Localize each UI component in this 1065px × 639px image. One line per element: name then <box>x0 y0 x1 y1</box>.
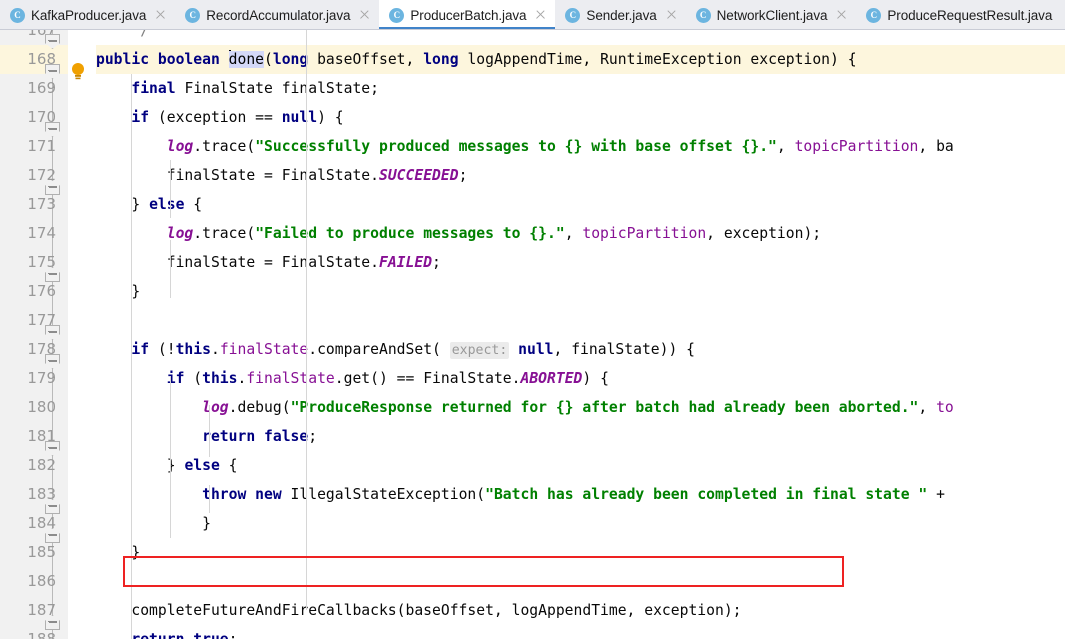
code-line-185[interactable]: 185 } <box>0 538 1065 567</box>
line-text[interactable]: return true; <box>96 625 1065 639</box>
indent-guide <box>209 405 210 457</box>
close-icon[interactable] <box>358 8 372 22</box>
java-class-icon <box>695 7 711 23</box>
close-icon[interactable] <box>534 8 548 22</box>
indent-guide <box>306 30 307 610</box>
java-class-icon <box>565 7 581 23</box>
line-text[interactable]: return false; <box>96 422 1065 451</box>
line-text[interactable]: finalState = FinalState.FAILED; <box>96 248 1065 277</box>
line-text[interactable]: } <box>96 509 1065 538</box>
line-number: 180 <box>27 398 56 416</box>
java-class-icon <box>10 7 25 23</box>
line-text[interactable]: log.trace("Successfully produced message… <box>96 132 1065 161</box>
tab-Sender-java[interactable]: Sender.java <box>555 0 686 29</box>
line-text[interactable] <box>96 567 1065 596</box>
tab-ProduceRequestResult-java[interactable]: ProduceRequestResult.java <box>856 0 1060 29</box>
line-text[interactable]: finalState = FinalState.SUCCEEDED; <box>96 161 1065 190</box>
java-class-icon <box>389 7 405 23</box>
editor-tab-bar: KafkaProducer.java RecordAccumulator.jav… <box>0 0 1065 30</box>
line-number: 169 <box>27 79 56 97</box>
code-line-176[interactable]: 176 } <box>0 277 1065 306</box>
code-line-181[interactable]: 181 return false; <box>0 422 1065 451</box>
code-line-172[interactable]: 172 finalState = FinalState.SUCCEEDED; <box>0 161 1065 190</box>
code-line-170[interactable]: 170 if (exception == null) { <box>0 103 1065 132</box>
line-number: 171 <box>27 137 56 155</box>
code-line-180[interactable]: 180 log.debug("ProduceResponse returned … <box>0 393 1065 422</box>
code-line-188[interactable]: 188 return true; <box>0 625 1065 639</box>
code-line-169[interactable]: 169 final FinalState finalState; <box>0 74 1065 103</box>
fold-region-marker[interactable] <box>45 267 60 282</box>
code-line-179[interactable]: 179 if (this.finalState.get() == FinalSt… <box>0 364 1065 393</box>
code-line-171[interactable]: 171 log.trace("Successfully produced mes… <box>0 132 1065 161</box>
line-text[interactable]: public boolean done(long baseOffset, lon… <box>96 45 1065 74</box>
line-text[interactable]: } else { <box>96 451 1065 480</box>
code-editor[interactable]: 167 / 168 public boolean done(long baseO… <box>0 30 1065 639</box>
line-number: 186 <box>27 572 56 590</box>
indent-guide <box>131 74 132 639</box>
fold-region-marker[interactable] <box>45 528 60 543</box>
code-line-167[interactable]: 167 / <box>0 30 1065 45</box>
close-icon[interactable] <box>154 8 168 22</box>
inlay-hint-expect: expect: <box>449 342 510 359</box>
line-text[interactable]: completeFutureAndFireCallbacks(baseOffse… <box>96 596 1065 625</box>
line-text[interactable]: / <box>96 30 1065 45</box>
code-line-184[interactable]: 184 } <box>0 509 1065 538</box>
line-text[interactable] <box>96 306 1065 335</box>
indent-guide <box>209 485 210 513</box>
indent-guide <box>170 240 171 298</box>
tab-label: Sender.java <box>586 7 657 23</box>
tab-KafkaProducer-java[interactable]: KafkaProducer.java <box>0 0 176 29</box>
line-text[interactable]: final FinalState finalState; <box>96 74 1065 103</box>
close-icon[interactable] <box>665 8 679 22</box>
code-line-174[interactable]: 174 log.trace("Failed to produce message… <box>0 219 1065 248</box>
java-class-icon <box>866 7 882 23</box>
line-text[interactable]: if (this.finalState.get() == FinalState.… <box>96 364 1065 393</box>
tab-label: ProducerBatch.java <box>410 7 527 23</box>
line-number: 174 <box>27 224 56 242</box>
line-text[interactable]: if (exception == null) { <box>96 103 1065 132</box>
fold-region-marker[interactable] <box>45 615 60 630</box>
indent-guide <box>170 376 171 538</box>
lightbulb-intention-icon[interactable] <box>70 62 86 82</box>
tab-RecordAccumulator-java[interactable]: RecordAccumulator.java <box>175 0 380 29</box>
line-text[interactable]: } else { <box>96 190 1065 219</box>
line-text[interactable]: log.debug("ProduceResponse returned for … <box>96 393 1065 422</box>
line-number: 182 <box>27 456 56 474</box>
line-text[interactable]: } <box>96 538 1065 567</box>
line-text[interactable]: log.trace("Failed to produce messages to… <box>96 219 1065 248</box>
line-number: 179 <box>27 369 56 387</box>
tab-ProducerBatch-java[interactable]: ProducerBatch.java <box>379 0 556 29</box>
tab-label: NetworkClient.java <box>716 7 828 23</box>
code-line-183[interactable]: 183 throw new IllegalStateException("Bat… <box>0 480 1065 509</box>
line-text[interactable]: if (!this.finalState.compareAndSet( expe… <box>96 335 1065 364</box>
code-line-182[interactable]: 182 } else { <box>0 451 1065 480</box>
tab-NetworkClient-java[interactable]: NetworkClient.java <box>685 0 857 29</box>
fold-region-marker[interactable] <box>45 180 60 195</box>
code-line-186[interactable]: 186 <box>0 567 1065 596</box>
code-line-168[interactable]: 168 public boolean done(long baseOffset,… <box>0 45 1065 74</box>
code-line-175[interactable]: 175 finalState = FinalState.FAILED; <box>0 248 1065 277</box>
code-line-178[interactable]: 178 if (!this.finalState.compareAndSet( … <box>0 335 1065 364</box>
code-line-187[interactable]: 187 completeFutureAndFireCallbacks(baseO… <box>0 596 1065 625</box>
close-icon[interactable] <box>835 8 849 22</box>
line-text[interactable]: } <box>96 277 1065 306</box>
java-class-icon <box>185 7 201 23</box>
tab-label: ProduceRequestResult.java <box>887 7 1053 23</box>
code-line-177[interactable]: 177 <box>0 306 1065 335</box>
fold-region-marker[interactable] <box>45 499 60 514</box>
indent-guide <box>170 160 171 218</box>
tab-label: RecordAccumulator.java <box>206 7 351 23</box>
line-text[interactable]: throw new IllegalStateException("Batch h… <box>96 480 1065 509</box>
tab-label: KafkaProducer.java <box>31 7 147 23</box>
code-line-173[interactable]: 173 } else { <box>0 190 1065 219</box>
